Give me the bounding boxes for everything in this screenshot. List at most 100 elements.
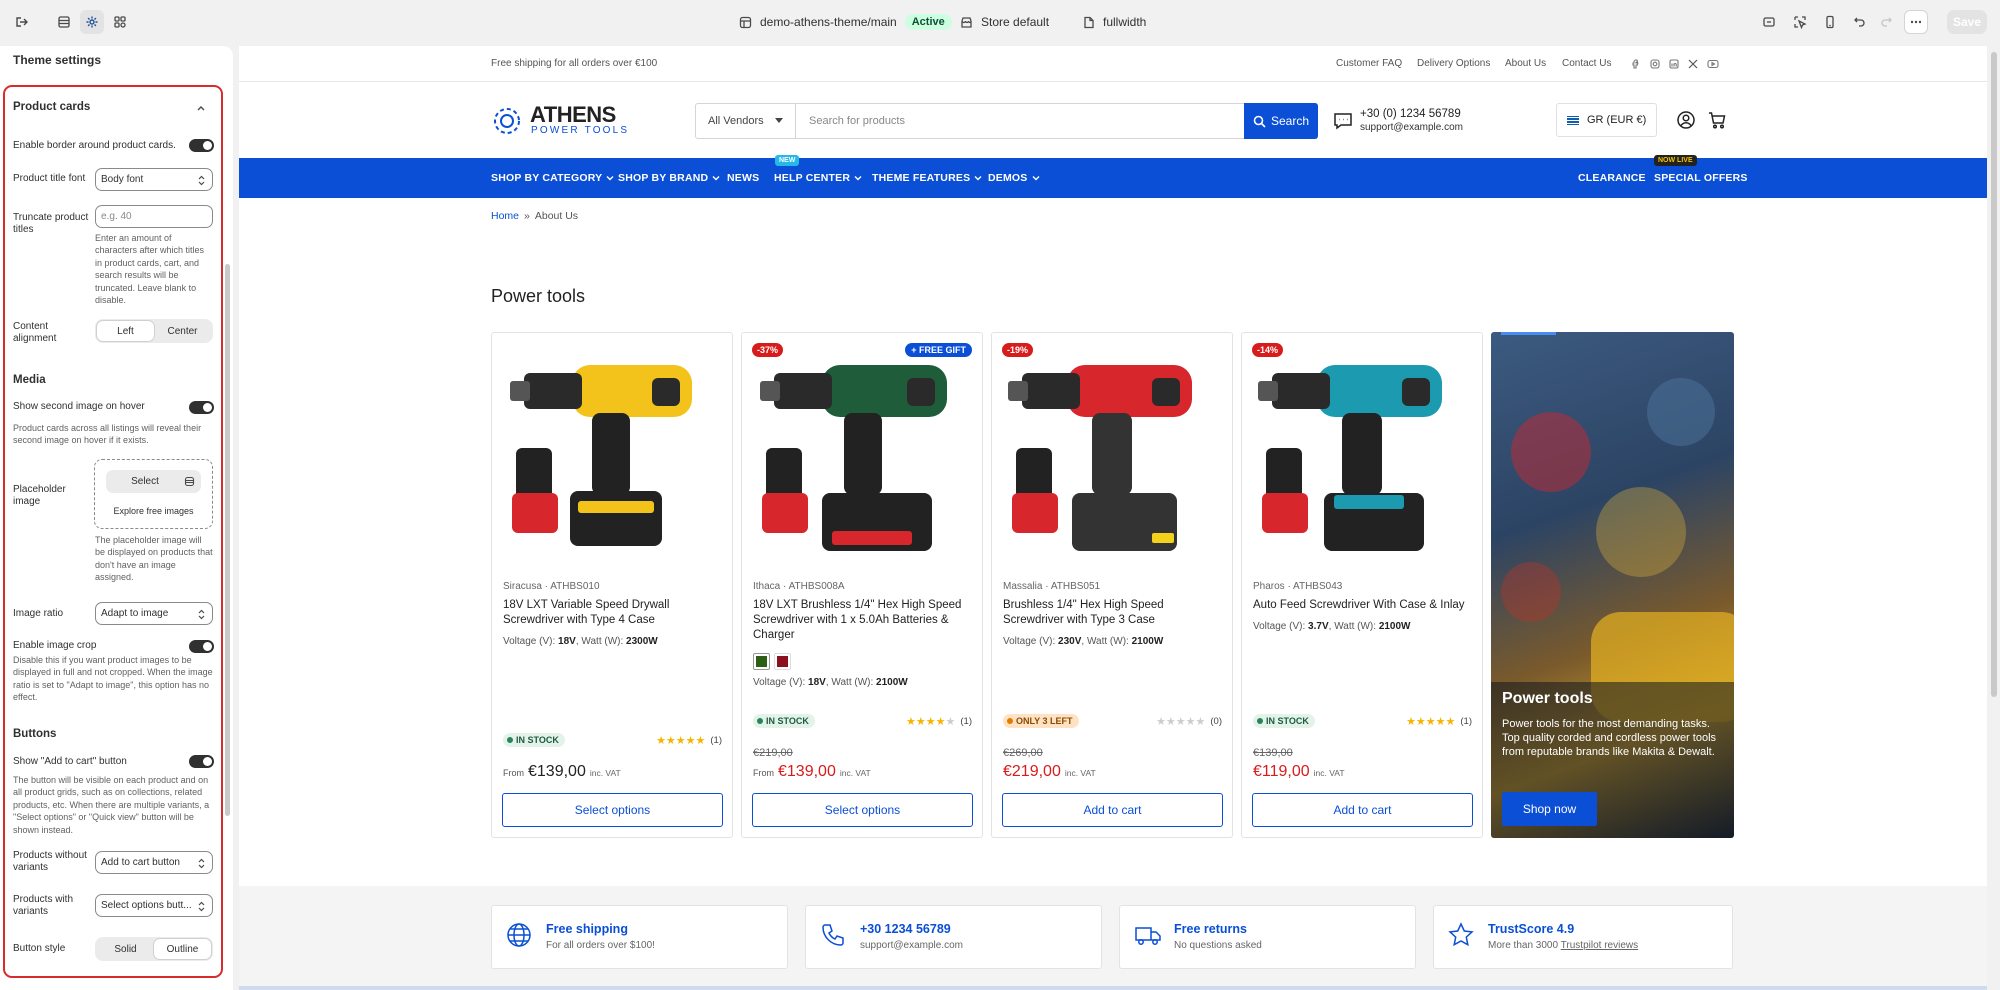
link-customer-faq[interactable]: Customer FAQ xyxy=(1336,58,1402,69)
feature-phone[interactable]: +30 1234 56789 support@example.com xyxy=(805,905,1102,969)
placeholder-select-button[interactable]: Select xyxy=(106,470,201,493)
facebook-icon[interactable] xyxy=(1631,59,1641,69)
search-bar: All Vendors Search for products Search xyxy=(695,103,1318,139)
store-name: Store default xyxy=(981,15,1050,29)
trustpilot-link[interactable]: Trustpilot reviews xyxy=(1561,940,1638,951)
nav-special-offers[interactable]: SPECIAL OFFERS xyxy=(1654,158,1748,198)
select-options-button[interactable]: Select options xyxy=(752,793,973,827)
second-image-toggle[interactable] xyxy=(189,401,214,414)
breadcrumb-home[interactable]: Home xyxy=(491,210,519,222)
promo-title: Power tools xyxy=(1502,690,1593,707)
instagram-icon[interactable] xyxy=(1650,59,1660,69)
sidebar-scrollbar[interactable] xyxy=(225,264,230,816)
alignment-center-option[interactable]: Center xyxy=(154,321,211,341)
button-style-outline-option[interactable]: Outline xyxy=(154,939,211,959)
mobile-preview-icon[interactable] xyxy=(1818,10,1842,34)
with-variants-label: Products with variants xyxy=(13,894,74,917)
truncate-input[interactable]: e.g. 40 xyxy=(95,205,213,228)
inspector-icon[interactable] xyxy=(1757,10,1781,34)
select-options-button[interactable]: Select options xyxy=(502,793,723,827)
nav-demos[interactable]: DEMOS xyxy=(988,158,1040,198)
product-card[interactable]: -37% + FREE GIFT Ithaca · ATHBS008A 18V … xyxy=(741,332,983,838)
border-toggle[interactable] xyxy=(189,139,214,152)
exit-icon[interactable] xyxy=(10,10,34,34)
chevron-down-icon xyxy=(712,176,720,181)
link-about-us[interactable]: About Us xyxy=(1505,58,1546,69)
theme-selector[interactable]: demo-athens-theme/main Active xyxy=(739,0,952,44)
add-to-cart-button[interactable]: Add to cart xyxy=(1252,793,1473,827)
add-to-cart-toggle[interactable] xyxy=(189,755,214,768)
product-meta: Siracusa · ATHBS010 xyxy=(503,581,600,592)
sections-icon[interactable] xyxy=(52,10,76,34)
placeholder-hint: The placeholder image will be displayed … xyxy=(95,535,213,583)
feature-free-returns[interactable]: Free returns No questions asked xyxy=(1119,905,1416,969)
add-to-cart-button[interactable]: Add to cart xyxy=(1002,793,1223,827)
store-selector[interactable]: Store default xyxy=(960,0,1049,44)
chevron-up-icon[interactable] xyxy=(196,104,206,112)
settings-gear-icon[interactable] xyxy=(80,10,104,34)
swatch-red[interactable] xyxy=(774,653,791,670)
alignment-segmented: Left Center xyxy=(95,319,213,343)
redo-icon[interactable] xyxy=(1874,10,1898,34)
account-icon[interactable] xyxy=(1676,110,1696,130)
apps-icon[interactable] xyxy=(108,10,132,34)
product-card[interactable]: -19% Massalia · ATHBS051 Brushless 1/4" … xyxy=(991,332,1233,838)
with-variants-select[interactable]: Select options butt... xyxy=(95,894,213,917)
more-actions-icon[interactable] xyxy=(1904,10,1928,34)
header-phone[interactable]: +30 (0) 1234 56789 xyxy=(1360,108,1461,120)
nav-news[interactable]: NEWS xyxy=(727,158,759,198)
template-name: fullwidth xyxy=(1103,15,1147,29)
image-ratio-select[interactable]: Adapt to image xyxy=(95,602,213,625)
discount-badge: -19% xyxy=(1002,343,1034,357)
nav-help-center[interactable]: HELP CENTER xyxy=(774,158,862,198)
youtube-icon[interactable] xyxy=(1707,59,1719,69)
preview-scrollbar[interactable] xyxy=(1991,52,1997,697)
currency-selector[interactable]: GR (EUR €) xyxy=(1556,103,1657,137)
button-style-solid-option[interactable]: Solid xyxy=(97,939,154,959)
crop-toggle[interactable] xyxy=(189,640,214,653)
header-email[interactable]: support@example.com xyxy=(1360,122,1463,133)
x-twitter-icon[interactable] xyxy=(1688,59,1698,69)
second-image-hint: Product cards across all listings will r… xyxy=(13,423,202,446)
feature-trustscore[interactable]: TrustScore 4.9 More than 3000 Trustpilot… xyxy=(1433,905,1733,969)
announcement-text: Free shipping for all orders over €100 xyxy=(491,58,658,69)
select-chevron-icon xyxy=(198,901,205,912)
feature-free-shipping[interactable]: Free shipping For all orders over $100! xyxy=(491,905,788,969)
link-contact-us[interactable]: Contact Us xyxy=(1562,58,1611,69)
linkedin-icon[interactable] xyxy=(1669,59,1679,69)
product-card[interactable]: Siracusa · ATHBS010 18V LXT Variable Spe… xyxy=(491,332,733,838)
save-button[interactable]: Save xyxy=(1947,10,1987,34)
nav-shop-by-brand[interactable]: SHOP BY BRAND xyxy=(618,158,720,198)
star-icon xyxy=(1448,922,1474,947)
link-delivery-options[interactable]: Delivery Options xyxy=(1417,58,1490,69)
explore-free-images-link[interactable]: Explore free images xyxy=(95,506,212,516)
compare-price: €269,00 xyxy=(1003,747,1043,759)
announcement-bar: Free shipping for all orders over €100 C… xyxy=(239,46,1987,82)
promo-tile[interactable]: Power tools Power tools for the most dem… xyxy=(1491,332,1734,838)
swatch-green[interactable] xyxy=(753,653,770,670)
search-input[interactable]: Search for products xyxy=(809,115,905,127)
alignment-left-option[interactable]: Left xyxy=(97,321,154,341)
stock-badge: IN STOCK xyxy=(753,714,815,728)
star-rating-icon: ★★★★★ xyxy=(1406,716,1456,728)
title-font-select[interactable]: Body font xyxy=(95,168,213,191)
select-element-icon[interactable] xyxy=(1788,10,1812,34)
template-selector[interactable]: fullwidth xyxy=(1083,0,1146,44)
rating: ★★★★★ (1) xyxy=(906,716,972,728)
vendor-select[interactable]: All Vendors xyxy=(696,104,796,138)
nav-shop-by-category[interactable]: SHOP BY CATEGORY xyxy=(491,158,614,198)
cart-icon[interactable] xyxy=(1707,110,1727,130)
gear-logo-icon[interactable] xyxy=(490,104,524,138)
shop-now-button[interactable]: Shop now xyxy=(1502,792,1597,826)
editor-topbar: demo-athens-theme/main Active Store defa… xyxy=(0,0,2000,44)
product-title[interactable]: 18V LXT Brushless 1/4" Hex High Speed Sc… xyxy=(753,598,975,643)
no-variants-select[interactable]: Add to cart button xyxy=(95,851,213,874)
product-card[interactable]: -14% Pharos · ATHBS043 Auto Feed Screwdr… xyxy=(1241,332,1483,838)
nav-theme-features[interactable]: THEME FEATURES xyxy=(872,158,982,198)
product-title[interactable]: Brushless 1/4" Hex High Speed Screwdrive… xyxy=(1003,598,1225,628)
product-title[interactable]: 18V LXT Variable Speed Drywall Screwdriv… xyxy=(503,598,725,628)
search-button[interactable]: Search xyxy=(1244,103,1318,139)
undo-icon[interactable] xyxy=(1848,10,1872,34)
product-title[interactable]: Auto Feed Screwdriver With Case & Inlay xyxy=(1253,598,1475,613)
nav-clearance[interactable]: CLEARANCE xyxy=(1578,158,1646,198)
